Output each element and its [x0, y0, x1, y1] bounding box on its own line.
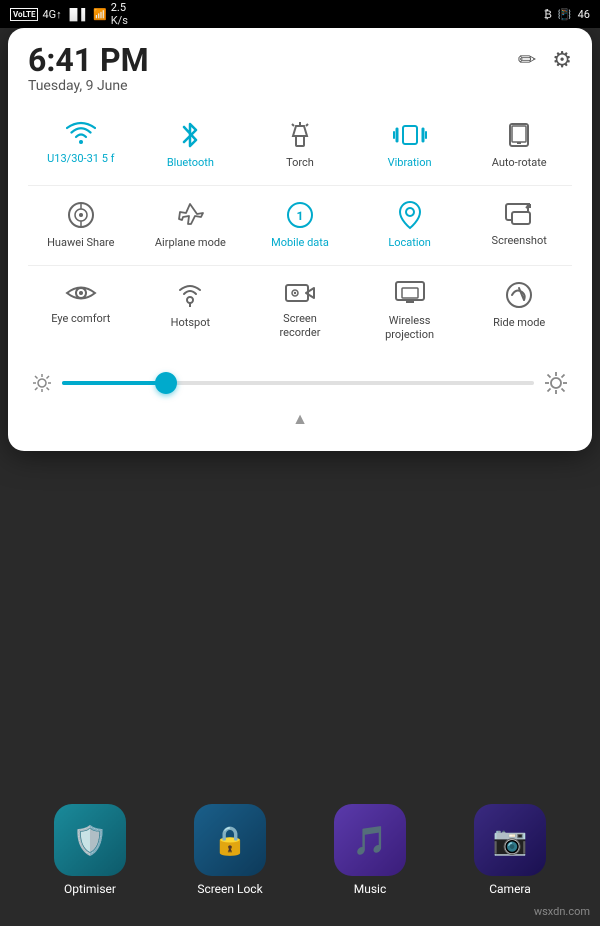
toggle-screenrecorder[interactable]: Screenrecorder	[247, 270, 353, 348]
screenrecorder-toggle-label: Screenrecorder	[280, 312, 321, 338]
app-screenlock[interactable]: 🔒 Screen Lock	[194, 804, 266, 896]
brightness-row	[28, 357, 572, 401]
network-type: 4G↑	[42, 8, 61, 21]
signal-bars: ▐▌▌	[66, 8, 89, 21]
status-right: ₿ 📳 46	[544, 8, 590, 21]
camera-icon: 📷	[493, 824, 528, 857]
torch-toggle-label: Torch	[286, 156, 314, 169]
toggle-grid-row1: U13/30-31 5 f Bluetooth Torch	[28, 110, 572, 177]
optimiser-icon: 🛡️	[73, 824, 108, 857]
divider-1	[28, 185, 572, 186]
hotspot-toggle-icon	[175, 280, 205, 310]
screenlock-icon-box: 🔒	[194, 804, 266, 876]
screenshot-toggle-label: Screenshot	[492, 234, 547, 247]
screenshot-toggle-icon	[504, 200, 534, 228]
location-toggle-icon	[397, 200, 423, 230]
screenlock-label: Screen Lock	[197, 882, 262, 896]
watermark: wsxdn.com	[534, 905, 590, 918]
brightness-track[interactable]	[62, 381, 534, 385]
panel-header: 6:41 PM Tuesday, 9 June ✏ ⚙	[28, 44, 572, 94]
music-icon: 🎵	[353, 824, 388, 857]
wirelessprojection-toggle-label: Wirelessprojection	[385, 314, 434, 340]
bluetooth-toggle-label: Bluetooth	[167, 156, 214, 169]
hotspot-toggle-label: Hotspot	[171, 316, 210, 329]
vibrate-status-icon: 📳	[558, 8, 572, 21]
brightness-thumb[interactable]	[155, 372, 177, 394]
battery-indicator: 46	[578, 8, 590, 21]
toggle-ridemode[interactable]: Ride mode	[466, 270, 572, 348]
wirelessprojection-toggle-icon	[394, 280, 426, 308]
time-display: 6:41 PM	[28, 44, 149, 76]
mobiledata-toggle-icon: 1	[285, 200, 315, 230]
toggle-eyecomfort[interactable]: Eye comfort	[28, 270, 134, 348]
eyecomfort-toggle-icon	[65, 280, 97, 306]
collapse-arrow-icon: ▲	[292, 409, 308, 429]
quick-settings-panel: 6:41 PM Tuesday, 9 June ✏ ⚙ U13/30-31 5 …	[8, 28, 592, 451]
brightness-max-icon	[544, 371, 568, 395]
status-bar: VoLTE 4G↑ ▐▌▌ 📶 2.5K/s ₿ 📳 46	[0, 0, 600, 28]
camera-icon-box: 📷	[474, 804, 546, 876]
autorotate-toggle-icon	[504, 120, 534, 150]
bluetooth-status-icon: ₿	[544, 8, 552, 21]
toggle-hotspot[interactable]: Hotspot	[138, 270, 244, 348]
optimiser-icon-box: 🛡️	[54, 804, 126, 876]
airplane-toggle-icon	[175, 200, 205, 230]
app-music[interactable]: 🎵 Music	[334, 804, 406, 896]
wifi-toggle-icon	[66, 120, 96, 146]
settings-icon[interactable]: ⚙	[552, 48, 572, 73]
huaweishare-toggle-icon	[66, 200, 96, 230]
screenrecorder-toggle-icon	[284, 280, 316, 306]
wifi-toggle-label: U13/30-31 5 f	[47, 152, 114, 165]
screenlock-icon: 🔒	[213, 824, 248, 857]
volte-badge: VoLTE	[10, 8, 38, 21]
app-optimiser[interactable]: 🛡️ Optimiser	[54, 804, 126, 896]
date-display: Tuesday, 9 June	[28, 78, 149, 94]
brightness-min-icon	[32, 373, 52, 393]
app-dock: 🛡️ Optimiser 🔒 Screen Lock 🎵 Music 📷 Cam…	[0, 804, 600, 896]
collapse-handle[interactable]: ▲	[28, 401, 572, 431]
ridemode-toggle-icon	[504, 280, 534, 310]
toggle-autorotate[interactable]: Auto-rotate	[466, 110, 572, 177]
toggle-airplane[interactable]: Airplane mode	[138, 190, 244, 257]
wifi-icon: 📶	[93, 8, 107, 21]
airplane-toggle-label: Airplane mode	[155, 236, 226, 249]
status-left: VoLTE 4G↑ ▐▌▌ 📶 2.5K/s	[10, 1, 128, 27]
toggle-location[interactable]: Location	[357, 190, 463, 257]
brightness-fill	[62, 381, 166, 385]
speed-indicator: 2.5K/s	[111, 1, 128, 27]
music-label: Music	[354, 882, 386, 896]
camera-label: Camera	[489, 882, 531, 896]
bluetooth-toggle-icon	[177, 120, 203, 150]
edit-icon[interactable]: ✏	[518, 48, 536, 73]
location-toggle-label: Location	[388, 236, 431, 249]
header-icons: ✏ ⚙	[518, 44, 572, 73]
optimiser-label: Optimiser	[64, 882, 116, 896]
vibration-toggle-icon	[393, 120, 427, 150]
toggle-torch[interactable]: Torch	[247, 110, 353, 177]
toggle-screenshot[interactable]: Screenshot	[466, 190, 572, 257]
time-section: 6:41 PM Tuesday, 9 June	[28, 44, 149, 94]
app-camera[interactable]: 📷 Camera	[474, 804, 546, 896]
toggle-grid-row2: Huawei Share Airplane mode 1 Mobile data	[28, 190, 572, 257]
autorotate-toggle-label: Auto-rotate	[492, 156, 547, 169]
torch-toggle-icon	[287, 120, 313, 150]
mobiledata-toggle-label: Mobile data	[271, 236, 329, 249]
vibration-toggle-label: Vibration	[388, 156, 432, 169]
divider-2	[28, 265, 572, 266]
svg-text:1: 1	[297, 209, 304, 223]
toggle-mobiledata[interactable]: 1 Mobile data	[247, 190, 353, 257]
toggle-wirelessprojection[interactable]: Wirelessprojection	[357, 270, 463, 348]
toggle-grid-row3: Eye comfort Hotspot	[28, 270, 572, 348]
toggle-vibration[interactable]: Vibration	[357, 110, 463, 177]
toggle-huaweishare[interactable]: Huawei Share	[28, 190, 134, 257]
huaweishare-toggle-label: Huawei Share	[47, 236, 114, 249]
eyecomfort-toggle-label: Eye comfort	[51, 312, 110, 325]
toggle-wifi[interactable]: U13/30-31 5 f	[28, 110, 134, 177]
toggle-bluetooth[interactable]: Bluetooth	[138, 110, 244, 177]
music-icon-box: 🎵	[334, 804, 406, 876]
ridemode-toggle-label: Ride mode	[493, 316, 545, 329]
